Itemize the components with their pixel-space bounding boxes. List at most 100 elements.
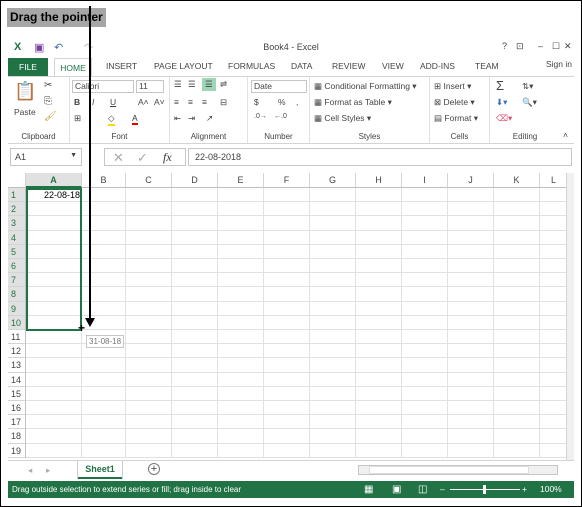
zoom-slider[interactable]: [450, 485, 520, 494]
row-header-10[interactable]: 10: [8, 315, 26, 330]
maximize-button[interactable]: ☐: [552, 41, 560, 52]
zoom-level[interactable]: 100%: [540, 481, 562, 498]
row-header-17[interactable]: 17: [8, 415, 26, 430]
collapse-ribbon-icon[interactable]: ˄: [563, 130, 568, 140]
column-header-L[interactable]: L: [540, 173, 568, 188]
tab-data[interactable]: DATA: [291, 61, 312, 71]
row-header-4[interactable]: 4: [8, 230, 26, 245]
fill-color-icon[interactable]: ◇: [108, 113, 115, 126]
decrease-indent-icon[interactable]: ⇤: [174, 113, 181, 124]
orientation-icon[interactable]: ↗: [206, 113, 213, 124]
fill-icon[interactable]: ⬇▾: [496, 97, 507, 108]
scroll-thumb[interactable]: [369, 466, 529, 474]
zoom-out-button[interactable]: –: [440, 481, 445, 498]
row-header-19[interactable]: 19: [8, 443, 26, 458]
tab-view[interactable]: VIEW: [382, 61, 404, 71]
tab-add-ins[interactable]: ADD-INS: [420, 61, 455, 71]
top-align-icon[interactable]: ☰: [174, 79, 182, 90]
spreadsheet-grid[interactable]: A B C D E F G H I J K L 1 2 3 4 5 6 7 8 9 10 11 12 13 14 15 16 17 18 1…: [8, 173, 574, 460]
tab-team[interactable]: TEAM: [475, 61, 499, 71]
column-header-A[interactable]: A: [26, 173, 82, 188]
tab-home[interactable]: HOME: [54, 58, 92, 77]
delete-button[interactable]: ⊠ Delete ▾: [434, 97, 475, 108]
zoom-in-button[interactable]: +: [522, 481, 527, 498]
comma-button[interactable]: ,: [296, 97, 298, 107]
row-header-16[interactable]: 16: [8, 401, 26, 416]
tab-formulas[interactable]: FORMULAS: [228, 61, 275, 71]
cancel-icon[interactable]: ✕: [113, 150, 124, 166]
bottom-align-icon[interactable]: ☰: [202, 78, 216, 91]
format-painter-icon[interactable]: 🖌: [44, 111, 57, 122]
row-header-9[interactable]: 9: [8, 301, 26, 316]
autosum-button[interactable]: Σ: [496, 78, 504, 93]
format-button[interactable]: ▤ Format ▾: [434, 113, 478, 124]
close-button[interactable]: ✕: [564, 41, 572, 52]
row-header-18[interactable]: 18: [8, 429, 26, 444]
sheet-tab-sheet1[interactable]: Sheet1: [78, 461, 122, 479]
column-header-F[interactable]: F: [264, 173, 310, 188]
copy-icon[interactable]: ⎘: [44, 96, 52, 107]
row-header-12[interactable]: 12: [8, 344, 26, 359]
insert-button[interactable]: ⊞ Insert ▾: [434, 81, 471, 92]
name-box[interactable]: A1 ▼: [10, 148, 82, 166]
row-header-14[interactable]: 14: [8, 372, 26, 387]
page-break-view-icon[interactable]: ◫: [418, 481, 427, 498]
row-header-3[interactable]: 3: [8, 216, 26, 231]
sort-filter-icon[interactable]: ⇅▾: [522, 81, 533, 92]
align-center-icon[interactable]: ≡: [188, 97, 193, 107]
font-size-select[interactable]: 11: [136, 80, 164, 93]
row-header-1[interactable]: 1: [8, 188, 26, 203]
shrink-font-icon[interactable]: A˅: [154, 97, 165, 107]
fill-handle-crosshair-icon[interactable]: +: [78, 321, 85, 335]
increase-indent-icon[interactable]: ⇥: [188, 113, 195, 124]
ribbon-display-icon[interactable]: ⊡: [516, 41, 524, 52]
row-header-2[interactable]: 2: [8, 202, 26, 217]
formula-input[interactable]: 22-08-2018: [188, 148, 572, 166]
conditional-formatting-button[interactable]: ▦ Conditional Formatting ▾: [314, 81, 417, 92]
decrease-decimal-icon[interactable]: ←.0: [274, 113, 287, 120]
tab-page-layout[interactable]: PAGE LAYOUT: [154, 61, 213, 71]
column-header-K[interactable]: K: [494, 173, 540, 188]
column-header-C[interactable]: C: [126, 173, 172, 188]
tab-review[interactable]: REVIEW: [332, 61, 366, 71]
cell-styles-button[interactable]: ▦ Cell Styles ▾: [314, 113, 371, 124]
row-header-6[interactable]: 6: [8, 259, 26, 274]
column-header-G[interactable]: G: [310, 173, 356, 188]
page-layout-view-icon[interactable]: ▣: [392, 481, 401, 498]
column-header-I[interactable]: I: [402, 173, 448, 188]
merge-center-icon[interactable]: ⊟: [220, 97, 227, 108]
borders-icon[interactable]: ⊞: [74, 113, 81, 124]
column-header-D[interactable]: D: [172, 173, 218, 188]
zoom-slider-thumb[interactable]: [483, 485, 486, 494]
sign-in-link[interactable]: Sign in: [546, 59, 572, 69]
grow-font-icon[interactable]: A˄: [138, 97, 149, 107]
align-right-icon[interactable]: ≡: [202, 97, 207, 107]
clear-icon[interactable]: ⌫▾: [496, 113, 512, 124]
help-button[interactable]: ?: [502, 41, 507, 51]
column-header-H[interactable]: H: [356, 173, 402, 188]
add-sheet-button[interactable]: +: [148, 463, 160, 475]
currency-button[interactable]: $: [254, 97, 259, 107]
underline-button[interactable]: U: [110, 97, 116, 107]
insert-function-button[interactable]: fx: [163, 150, 172, 165]
row-header-11[interactable]: 11: [8, 330, 26, 345]
paste-button[interactable]: Paste: [14, 107, 36, 117]
row-header-8[interactable]: 8: [8, 287, 26, 302]
minimize-button[interactable]: –: [538, 41, 543, 51]
row-header-13[interactable]: 13: [8, 358, 26, 373]
normal-view-icon[interactable]: ▦: [364, 481, 373, 498]
select-all-corner[interactable]: [8, 173, 26, 188]
horizontal-scrollbar[interactable]: [358, 465, 558, 475]
font-name-select[interactable]: Calibri: [72, 80, 134, 93]
tab-insert[interactable]: INSERT: [106, 61, 137, 71]
row-header-7[interactable]: 7: [8, 273, 26, 288]
number-format-select[interactable]: Date: [251, 80, 307, 93]
cut-icon[interactable]: ✂: [44, 80, 52, 91]
cell-a1[interactable]: 22-08-18: [28, 190, 80, 200]
middle-align-icon[interactable]: ☰: [188, 79, 196, 90]
font-color-icon[interactable]: A: [132, 113, 138, 125]
wrap-text-icon[interactable]: ⇌: [220, 79, 227, 90]
tab-file[interactable]: FILE: [8, 58, 48, 76]
paste-icon[interactable]: 📋: [14, 81, 36, 102]
next-sheet-icon[interactable]: ▸: [46, 465, 50, 476]
